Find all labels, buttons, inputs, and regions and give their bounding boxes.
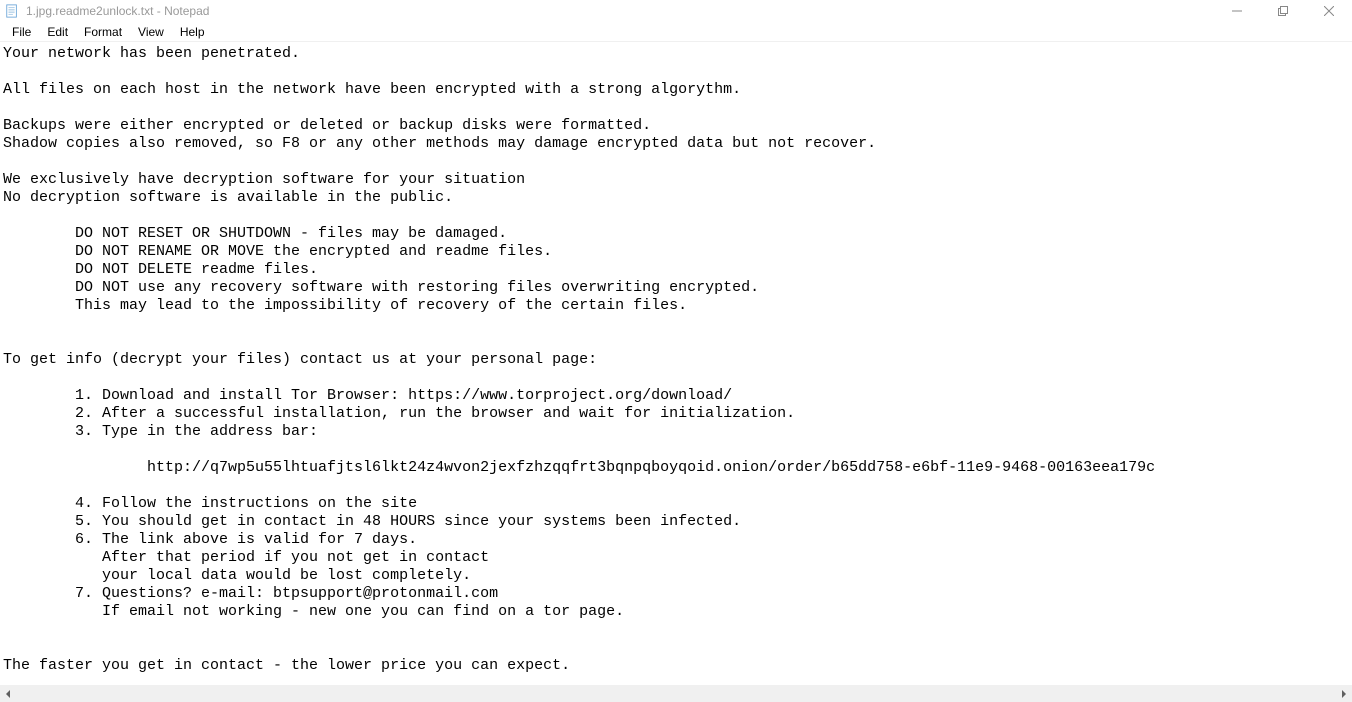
editor-area: Your network has been penetrated. All fi… <box>0 42 1352 685</box>
window-title: 1.jpg.readme2unlock.txt - Notepad <box>26 4 1214 18</box>
menu-format[interactable]: Format <box>76 22 130 41</box>
notepad-icon <box>4 3 20 19</box>
menu-view[interactable]: View <box>130 22 172 41</box>
editor-textarea[interactable]: Your network has been penetrated. All fi… <box>0 42 1352 685</box>
scroll-right-icon[interactable] <box>1336 687 1350 701</box>
minimize-button[interactable] <box>1214 0 1260 22</box>
menu-file[interactable]: File <box>4 22 39 41</box>
window-controls <box>1214 0 1352 22</box>
horizontal-scrollbar[interactable] <box>0 685 1352 702</box>
maximize-button[interactable] <box>1260 0 1306 22</box>
menubar: File Edit Format View Help <box>0 22 1352 42</box>
close-button[interactable] <box>1306 0 1352 22</box>
menu-edit[interactable]: Edit <box>39 22 76 41</box>
scroll-left-icon[interactable] <box>2 687 16 701</box>
titlebar: 1.jpg.readme2unlock.txt - Notepad <box>0 0 1352 22</box>
menu-help[interactable]: Help <box>172 22 213 41</box>
